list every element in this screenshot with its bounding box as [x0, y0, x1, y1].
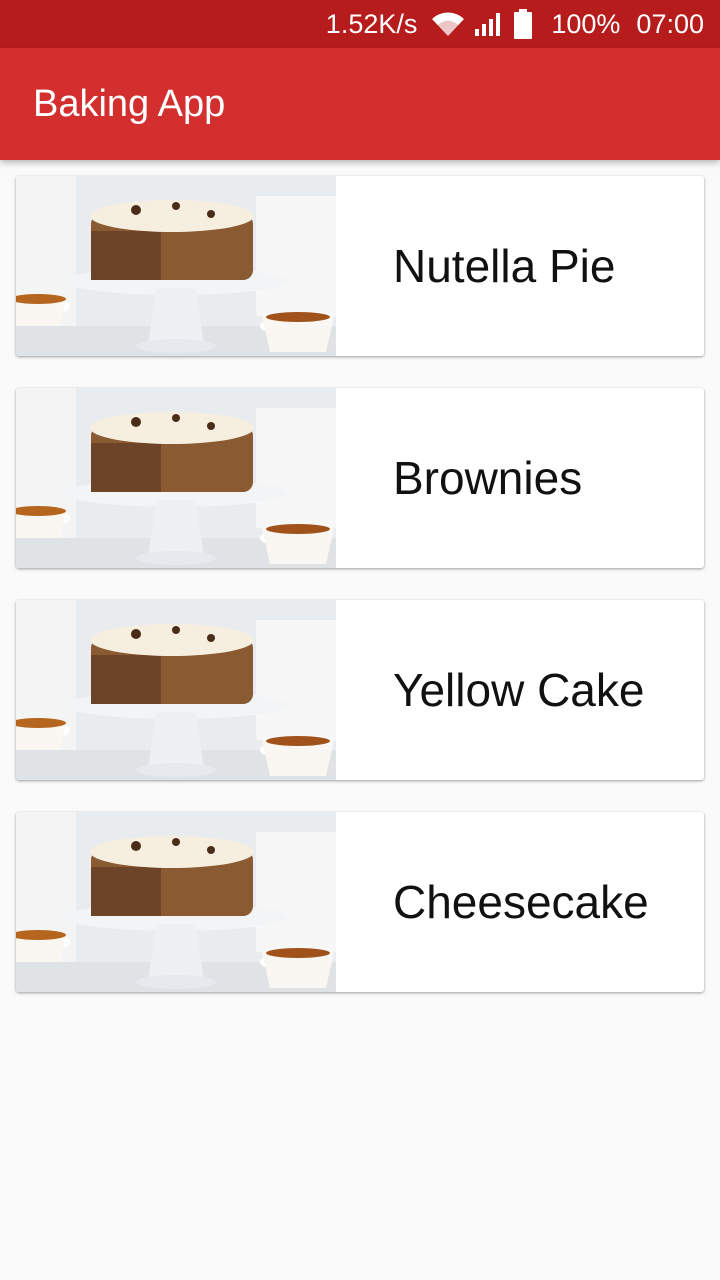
app-bar: Baking App: [0, 48, 720, 160]
network-speed: 1.52K/s: [325, 8, 418, 39]
battery-icon: [513, 9, 533, 39]
recipe-image: [16, 388, 336, 568]
recipe-card[interactable]: Brownies: [16, 388, 704, 568]
recipe-list: Nutella Pie Brownies Yellow Cake Cheesec…: [16, 176, 704, 1024]
app-title: Baking App: [33, 82, 226, 125]
recipe-image: [16, 812, 336, 992]
recipe-name: Yellow Cake: [393, 664, 645, 716]
status-bar: 1.52K/s 100% 07:00: [0, 0, 720, 48]
recipe-name: Brownies: [393, 452, 583, 504]
recipe-name: Nutella Pie: [393, 240, 616, 292]
recipe-card[interactable]: Cheesecake: [16, 812, 704, 992]
battery-percentage: 100%: [551, 8, 621, 39]
wifi-icon: [431, 11, 465, 37]
recipe-card[interactable]: Nutella Pie: [16, 176, 704, 356]
recipe-name: Cheesecake: [393, 876, 649, 928]
signal-icon: [473, 11, 505, 37]
recipe-image: [16, 600, 336, 780]
clock: 07:00: [636, 8, 704, 39]
recipe-card[interactable]: Yellow Cake: [16, 600, 704, 780]
recipe-image: [16, 176, 336, 356]
